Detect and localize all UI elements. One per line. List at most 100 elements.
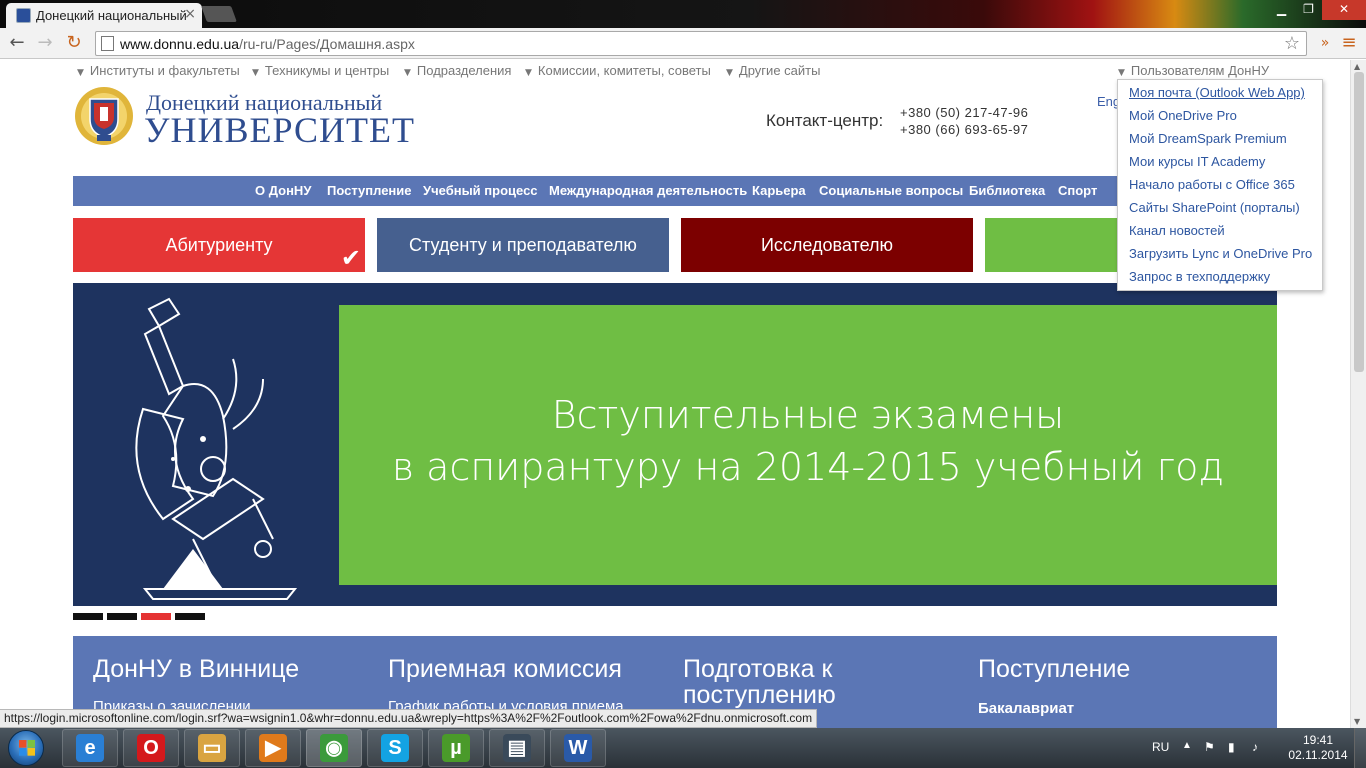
scroll-up-icon[interactable]: ▲ [1354,62,1360,71]
new-tab-button[interactable] [201,6,237,22]
dropdown-arrow-icon: ▼ [77,68,84,78]
page-scrollbar[interactable]: ▲ ▼ [1350,60,1366,728]
mainnav-library[interactable]: Библиотека [969,183,1045,198]
slider-dot-4[interactable] [175,613,205,620]
start-button[interactable] [8,730,44,766]
action-center-flag-icon[interactable]: ⚑ [1204,740,1215,754]
site-favicon-icon [16,8,31,23]
clock-time: 19:41 [1302,733,1334,747]
menu-item-dreamspark[interactable]: Мой DreamSpark Premium [1129,131,1287,146]
back-arrow-icon[interactable]: ← [6,32,28,54]
banner-heading: Вступительные экзамены [551,393,1065,437]
internet-explorer-icon: e [76,734,104,762]
system-clock[interactable]: 19:41 02.11.2014 [1288,733,1348,763]
minimize-button[interactable]: ▁ [1268,0,1295,20]
maximize-button[interactable]: ❐ [1295,0,1322,20]
task-manager-icon: ▤ [503,734,531,762]
extensions-overflow-icon[interactable]: » [1314,32,1336,54]
contact-phone: +380 (50) 217-47-96 [900,105,1029,120]
tab-close-icon[interactable]: × [184,6,196,22]
checkmark-icon: ✔ [340,244,361,272]
dropdown-arrow-icon: ▼ [525,68,532,78]
taskbar-utorrent[interactable]: µ [428,729,484,767]
scroll-down-icon[interactable]: ▼ [1354,717,1360,726]
network-icon[interactable]: ▮ [1228,740,1235,754]
slider-dot-3[interactable] [141,613,171,620]
scrollbar-thumb[interactable] [1354,72,1364,372]
user-menu-toggle[interactable]: ▼ Пользователям ДонНУ [1118,63,1269,78]
close-window-button[interactable]: ✕ [1322,0,1366,20]
menu-item-sharepoint[interactable]: Сайты SharePoint (порталы) [1129,200,1300,215]
topnav-other-sites[interactable]: ▼ Другие сайты [726,63,820,78]
chrome-icon: ◉ [320,734,348,762]
status-url-bubble: https://login.microsoftonline.com/login.… [0,709,818,728]
mainnav-international[interactable]: Международная деятельность [549,183,747,198]
browser-menu-icon[interactable]: ≡ [1338,32,1360,54]
topnav-institutes[interactable]: ▼ Институты и факультеты [77,63,240,78]
menu-item-office365[interactable]: Начало работы с Office 365 [1129,177,1295,192]
show-desktop-button[interactable] [1354,728,1366,768]
mainnav-education[interactable]: Учебный процесс [423,183,538,198]
input-language[interactable]: RU [1152,740,1169,754]
address-url[interactable]: www.donnu.edu.ua/ru-ru/Pages/Домашня.asp… [120,36,415,52]
info-title-admission-committee[interactable]: Приемная комиссия [388,656,622,682]
topnav-technical-schools[interactable]: ▼ Техникумы и центры [252,63,389,78]
info-title-preparation[interactable]: Подготовка к поступлению [683,656,903,708]
windows-logo-icon [19,740,35,756]
dropdown-arrow-icon: ▼ [726,68,733,78]
reload-icon[interactable]: ↻ [63,32,85,54]
menu-item-lync[interactable]: Загрузить Lync и OneDrive Pro [1129,246,1312,261]
menu-item-onedrive[interactable]: Мой OneDrive Pro [1129,108,1237,123]
mainnav-social[interactable]: Социальные вопросы [819,183,963,198]
tab-title: Донецкий национальный [36,8,187,23]
taskbar-media-player[interactable]: ▶ [245,729,301,767]
browser-toolbar: ← → ↻ www.donnu.edu.ua/ru-ru/Pages/Домаш… [0,28,1366,59]
mainnav-admission[interactable]: Поступление [327,183,412,198]
volume-icon[interactable]: ♪ [1252,740,1258,754]
bookmark-star-icon[interactable]: ☆ [1284,33,1300,54]
page-content: ▼ Институты и факультеты ▼ Техникумы и цен… [0,60,1350,728]
taskbar-opera[interactable]: O [123,729,179,767]
forward-arrow-icon[interactable]: → [34,32,56,54]
page-icon [101,36,114,51]
taskbar-chrome[interactable]: ◉ [306,729,362,767]
folder-icon: ▭ [198,734,226,762]
info-link-bachelor[interactable]: Бакалавриат [978,700,1074,717]
contact-phone: +380 (66) 693-65-97 [900,122,1029,137]
media-player-icon: ▶ [259,734,287,762]
mainnav-career[interactable]: Карьера [752,183,806,198]
mainnav-sport[interactable]: Спорт [1058,183,1097,198]
taskbar-word[interactable]: W [550,729,606,767]
slider-dot-2[interactable] [107,613,137,620]
tile-researcher[interactable]: Исследователю [681,218,973,272]
info-title-vinnytsia[interactable]: ДонНУ в Виннице [93,656,299,682]
university-emblem-logo[interactable] [73,85,135,147]
word-icon: W [564,734,592,762]
utorrent-icon: µ [442,734,470,762]
taskbar-skype[interactable]: S [367,729,423,767]
taskbar-ie[interactable]: e [62,729,118,767]
dropdown-arrow-icon: ▼ [252,68,259,78]
browser-tab-active[interactable]: Донецкий национальный × [6,3,202,28]
tile-applicant[interactable]: Абитуриенту ✔ [73,218,365,272]
mainnav-about[interactable]: О ДонНУ [255,183,311,198]
hero-banner[interactable]: Вступительные экзамены в аспирантуру на … [73,283,1277,606]
tray-expand-icon[interactable]: ▲ [1182,740,1192,751]
topnav-departments[interactable]: ▼ Подразделения [404,63,511,78]
slider-dot-1[interactable] [73,613,103,620]
info-title-admission[interactable]: Поступление [978,656,1130,682]
taskbar-explorer[interactable]: ▭ [184,729,240,767]
topnav-commissions[interactable]: ▼ Комиссии, комитеты, советы [525,63,711,78]
menu-item-it-academy[interactable]: Мои курсы IT Academy [1129,154,1265,169]
menu-item-support[interactable]: Запрос в техподдержку [1129,269,1270,284]
user-dropdown-menu: Моя почта (Outlook Web App) Мой OneDrive… [1117,79,1323,291]
menu-item-mail[interactable]: Моя почта (Outlook Web App) [1129,85,1305,100]
skype-icon: S [381,734,409,762]
taskbar-task-manager[interactable]: ▤ [489,729,545,767]
menu-item-news[interactable]: Канал новостей [1129,223,1225,238]
banner-green-panel: Вступительные экзамены в аспирантуру на … [339,305,1277,585]
address-bar[interactable]: www.donnu.edu.ua/ru-ru/Pages/Домашня.asp… [95,31,1307,56]
logo-text-bottom[interactable]: УНИВЕРСИТЕТ [144,109,415,151]
tile-student-teacher[interactable]: Студенту и преподавателю [377,218,669,272]
windows-taskbar: e O ▭ ▶ ◉ S µ ▤ W RU ▲ ⚑ ▮ ♪ 19:41 02.11… [0,728,1366,768]
